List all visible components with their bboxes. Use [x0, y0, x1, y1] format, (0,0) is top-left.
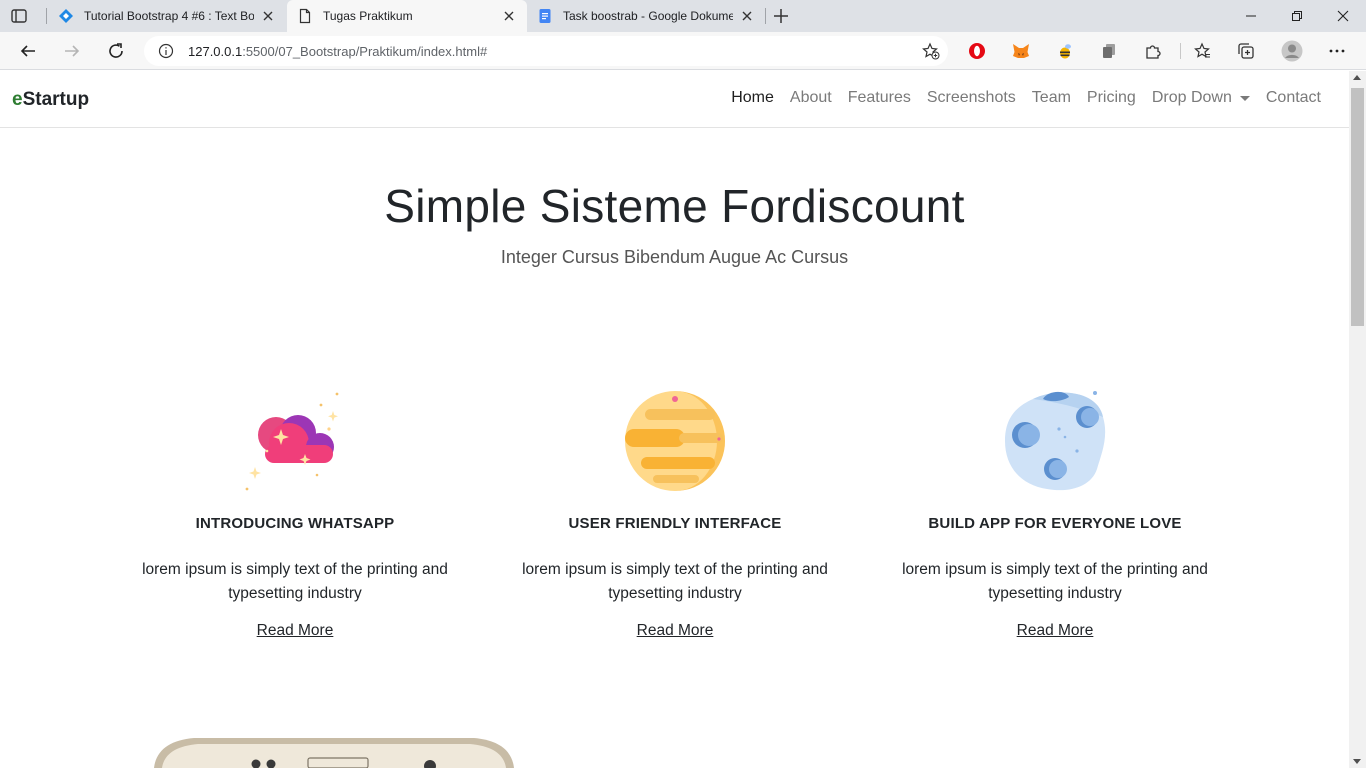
browser-tab-bar: Tutorial Bootstrap 4 #6 : Text Bo Tugas …: [0, 0, 1366, 32]
close-icon[interactable]: [501, 8, 517, 24]
info-icon[interactable]: [158, 43, 174, 59]
forward-button[interactable]: [60, 39, 84, 63]
url-host: 127.0.0.1: [188, 44, 243, 59]
address-bar[interactable]: 127.0.0.1:5500/07_Bootstrap/Praktikum/in…: [144, 36, 948, 66]
fox-icon: [1013, 44, 1029, 58]
tab-tutorial-bootstrap[interactable]: Tutorial Bootstrap 4 #6 : Text Bo: [48, 0, 286, 32]
collections-extension[interactable]: [1099, 41, 1119, 61]
feature-text: lorem ipsum is simply text of the printi…: [902, 561, 1208, 602]
close-icon: [1337, 10, 1349, 22]
opera-icon: [969, 43, 985, 59]
favorites-star-icon: [1194, 42, 1210, 58]
tab-separator: [765, 8, 766, 24]
bee-icon: [1060, 44, 1071, 59]
puzzle-icon: [1146, 45, 1161, 59]
nav-link-pricing[interactable]: Pricing: [1079, 89, 1144, 107]
collections-button[interactable]: [1236, 41, 1256, 61]
caret-down-icon: [1239, 95, 1250, 101]
copy-pages-icon: [1103, 44, 1115, 58]
brand-accent: e: [12, 89, 23, 110]
dropdown-label: Drop Down: [1151, 89, 1232, 106]
feature-card: USER FRIENDLY INTERFACE lorem ipsum is s…: [485, 389, 865, 640]
tab-google-docs[interactable]: Task boostrab - Google Dokume: [527, 0, 765, 32]
browser-toolbar: 127.0.0.1:5500/07_Bootstrap/Praktikum/in…: [0, 32, 1366, 70]
nav-link-dropdown[interactable]: Drop Down: [1144, 89, 1258, 107]
nav-link-team[interactable]: Team: [1024, 89, 1079, 107]
feature-card: BUILD APP FOR EVERYONE LOVE lorem ipsum …: [865, 389, 1245, 640]
hero-subtitle: Integer Cursus Bibendum Augue Ac Cursus: [500, 247, 849, 267]
page-viewport: eStartup Home About Features Screenshots…: [0, 71, 1349, 768]
google-docs-icon: [539, 9, 551, 23]
brand-logo[interactable]: eStartup: [12, 89, 89, 111]
feature-text: lorem ipsum is simply text of the printi…: [522, 561, 828, 602]
tab-title: Tutorial Bootstrap 4 #6 : Text Bo: [84, 9, 254, 23]
nav-link-screenshots[interactable]: Screenshots: [919, 89, 1024, 107]
vscode-icon: [59, 9, 73, 23]
tab-title: Task boostrab - Google Dokume: [563, 9, 733, 23]
bee-extension[interactable]: [1055, 41, 1075, 61]
arrow-right-icon: [65, 45, 80, 57]
more-dots-icon: [1329, 49, 1345, 53]
avatar-icon: [1281, 40, 1303, 62]
read-more-link[interactable]: Read More: [637, 622, 714, 640]
reload-icon: [109, 43, 123, 58]
feature-text: lorem ipsum is simply text of the printi…: [142, 561, 448, 602]
metamask-extension[interactable]: [1011, 41, 1031, 61]
settings-menu-button[interactable]: [1327, 41, 1347, 61]
opera-extension[interactable]: [967, 41, 987, 61]
new-tab-icon[interactable]: [772, 7, 790, 25]
tab-tugas-praktikum[interactable]: Tugas Praktikum: [287, 0, 527, 32]
hero-title: Simple Sisteme Fordiscount: [384, 180, 965, 232]
scroll-down-icon[interactable]: [1353, 759, 1361, 764]
close-icon[interactable]: [739, 8, 755, 24]
minimize-icon: [1246, 15, 1256, 17]
collections-icon: [1238, 43, 1254, 59]
phone-image: [154, 738, 514, 768]
reload-button[interactable]: [104, 39, 128, 63]
moon-icon: [1005, 391, 1106, 491]
tab-actions-icon[interactable]: [10, 7, 28, 25]
nav-link-contact[interactable]: Contact: [1258, 89, 1329, 107]
planet-icon: [625, 391, 725, 491]
site-navbar: eStartup Home About Features Screenshots…: [0, 71, 1349, 128]
feature-title: BUILD APP FOR EVERYONE LOVE: [928, 515, 1182, 532]
add-favorite-icon[interactable]: [922, 42, 940, 60]
extensions-button[interactable]: [1143, 41, 1163, 61]
feature-title: INTRODUCING WHATSAPP: [195, 515, 395, 532]
toolbar-divider: [1180, 43, 1181, 59]
read-more-link[interactable]: Read More: [257, 622, 334, 640]
read-more-link[interactable]: Read More: [1017, 622, 1094, 640]
favorites-button[interactable]: [1192, 41, 1212, 61]
close-window-button[interactable]: [1320, 0, 1366, 32]
scrollbar-thumb[interactable]: [1351, 88, 1364, 326]
tab-title: Tugas Praktikum: [323, 9, 413, 23]
feature-card: INTRODUCING WHATSAPP lorem ipsum is simp…: [105, 389, 485, 640]
minimize-button[interactable]: [1228, 0, 1274, 32]
nav-link-about[interactable]: About: [782, 89, 840, 107]
restore-icon: [1292, 11, 1302, 21]
tab-separator: [46, 8, 47, 24]
feature-title: USER FRIENDLY INTERFACE: [568, 515, 782, 532]
nav-menu: Home About Features Screenshots Team Pri…: [723, 89, 1329, 107]
nav-link-features[interactable]: Features: [840, 89, 919, 107]
close-icon[interactable]: [260, 8, 276, 24]
restore-button[interactable]: [1274, 0, 1320, 32]
brand-name: Startup: [22, 89, 90, 110]
cloud-sparkle-icon: [245, 392, 339, 491]
url-path: :5500/07_Bootstrap/Praktikum/index.html#: [242, 44, 488, 59]
nav-link-home[interactable]: Home: [723, 89, 782, 107]
profile-button[interactable]: [1281, 40, 1303, 62]
url-text: 127.0.0.1:5500/07_Bootstrap/Praktikum/in…: [188, 44, 487, 59]
back-button[interactable]: [16, 39, 40, 63]
page-icon: [299, 8, 311, 24]
page-scrollbar[interactable]: [1349, 71, 1366, 768]
arrow-left-icon: [20, 45, 35, 57]
scroll-up-icon[interactable]: [1353, 75, 1361, 80]
